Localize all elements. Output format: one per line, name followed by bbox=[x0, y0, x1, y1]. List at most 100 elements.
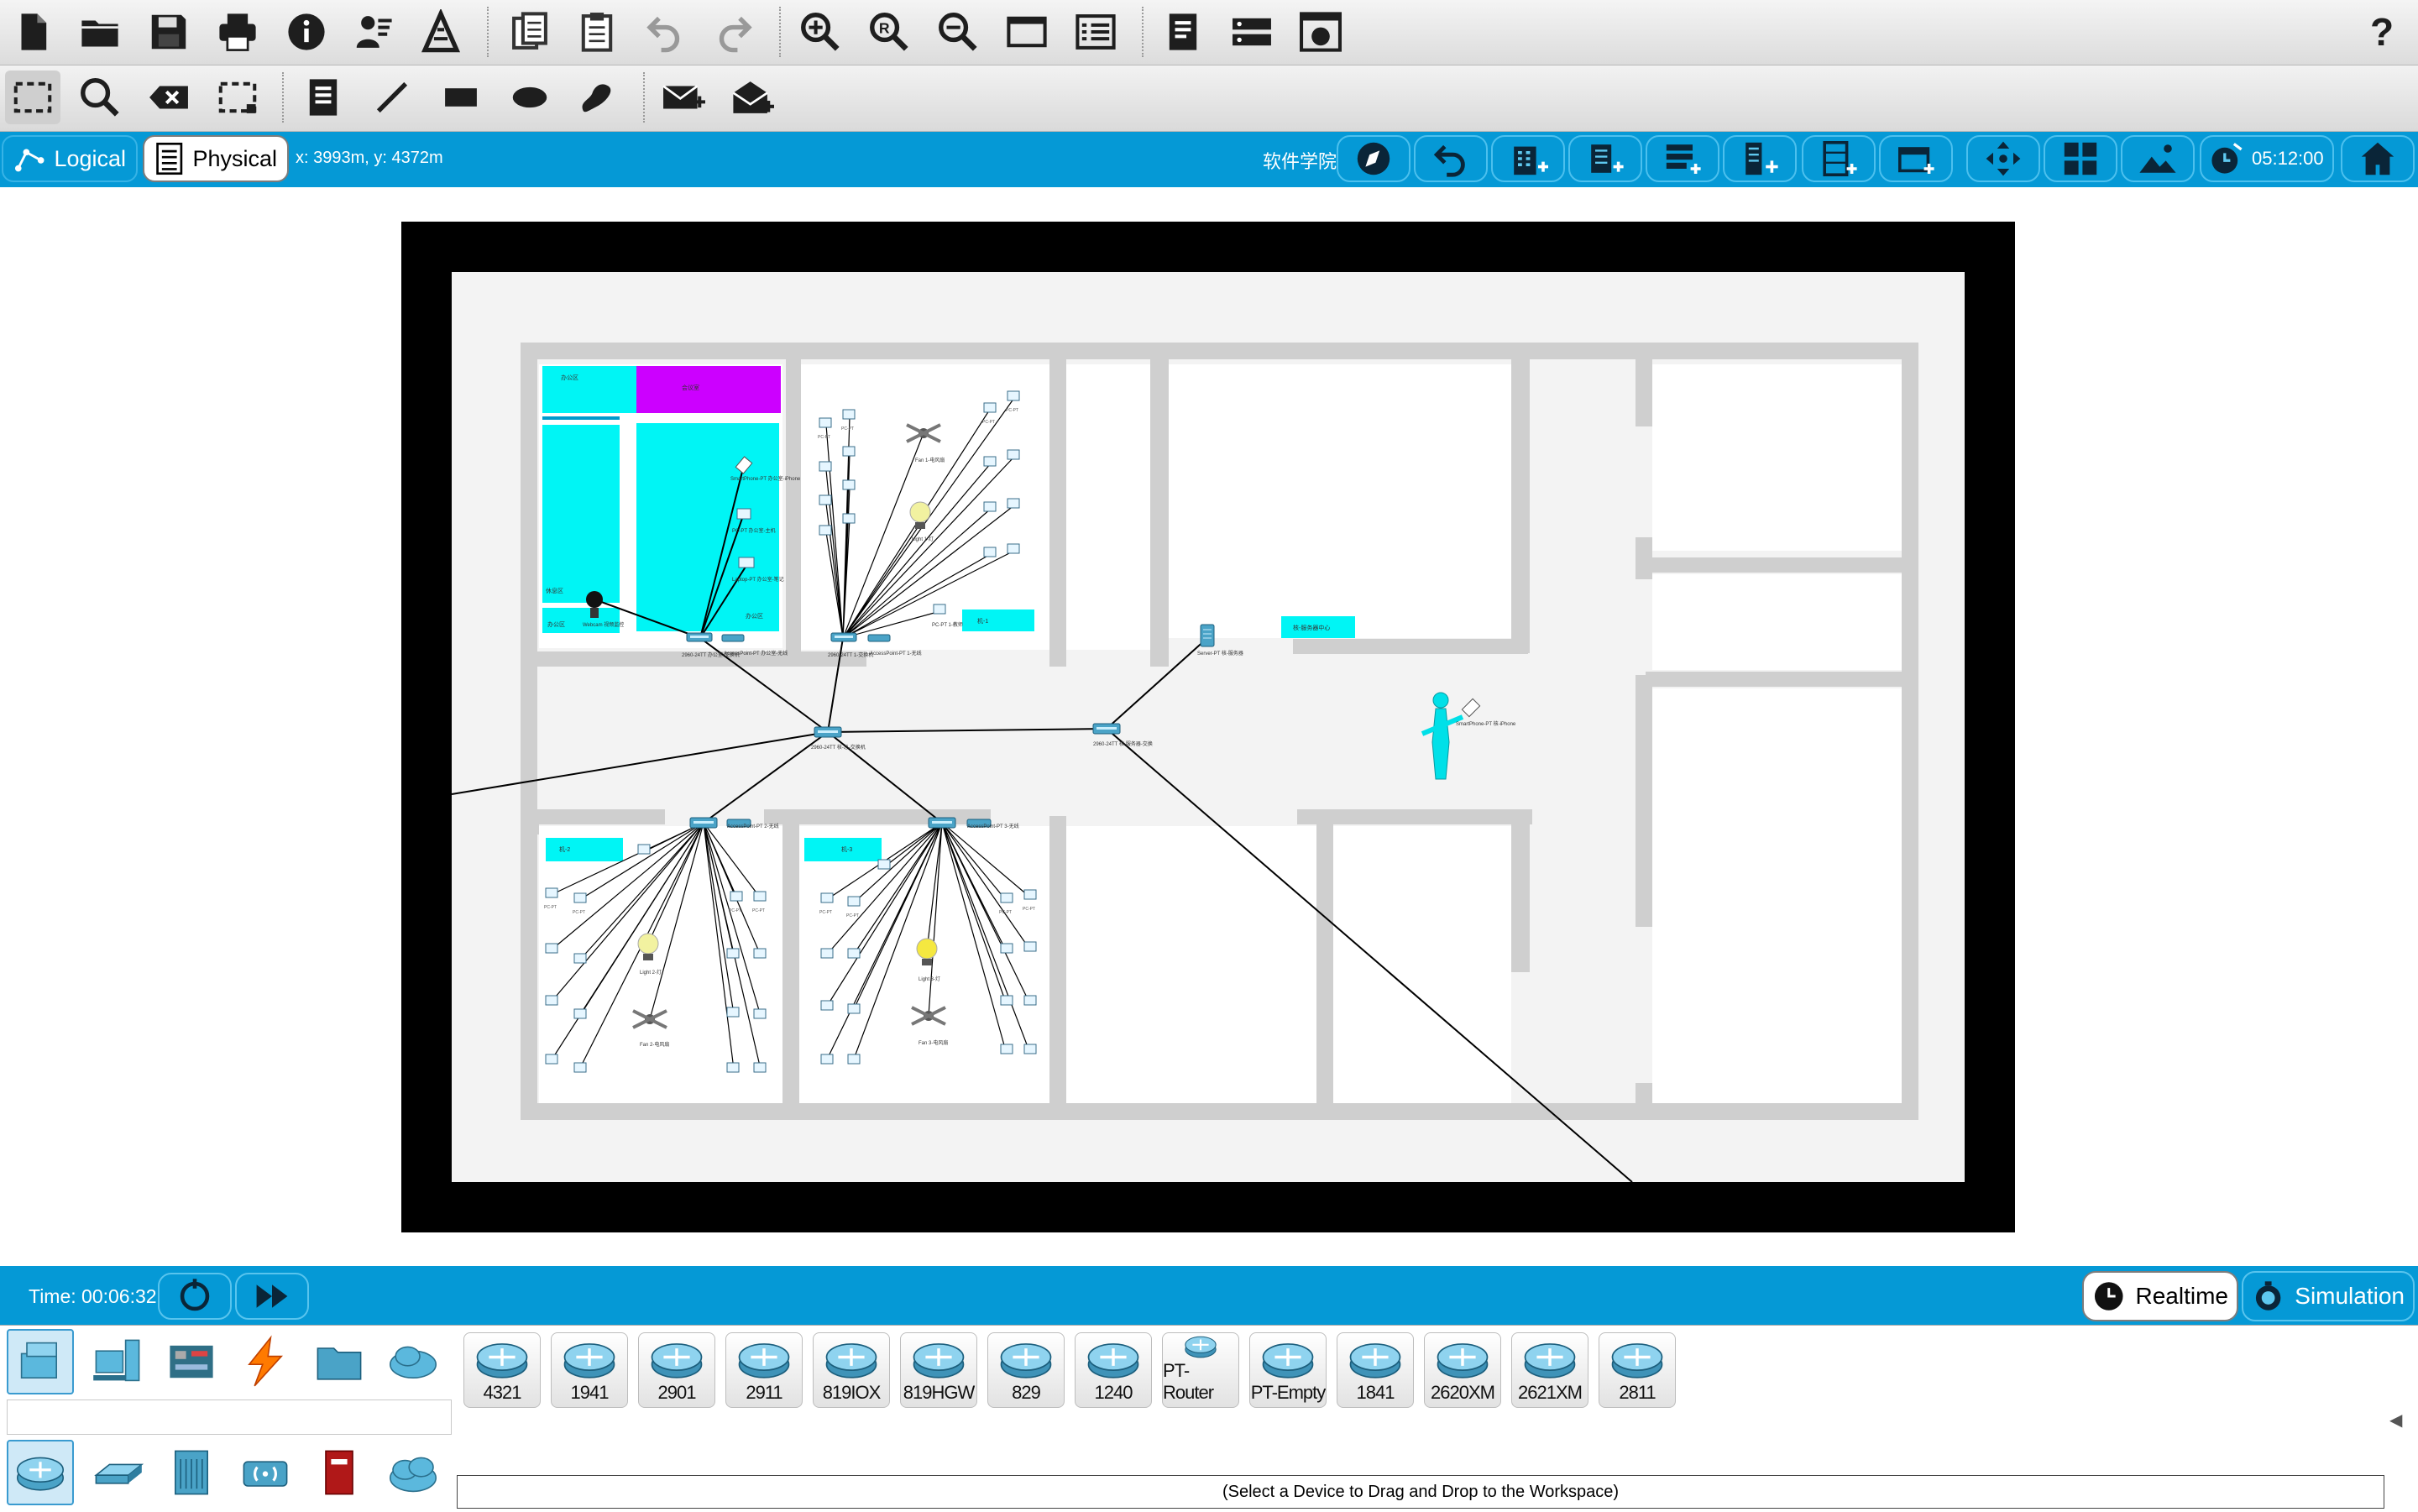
print-icon[interactable] bbox=[210, 5, 265, 59]
physical-tab[interactable]: Physical bbox=[143, 135, 289, 182]
new-closet-button[interactable] bbox=[1802, 135, 1876, 182]
redo-icon[interactable] bbox=[705, 5, 761, 59]
rest-area-label: 休息区 bbox=[546, 587, 563, 594]
device-search-field[interactable] bbox=[7, 1400, 452, 1435]
paste-icon[interactable] bbox=[569, 5, 625, 59]
freeform-icon[interactable] bbox=[569, 71, 625, 124]
device-model-label: 2811 bbox=[1619, 1382, 1656, 1403]
zoom-reset-icon[interactable]: R bbox=[861, 5, 917, 59]
classroom-3-switch[interactable] bbox=[928, 817, 956, 829]
device-model-button[interactable]: 1941 bbox=[551, 1332, 628, 1408]
notes-icon[interactable] bbox=[1155, 5, 1211, 59]
main-toolbar: R ? bbox=[0, 0, 2418, 65]
network-screenshot-icon[interactable] bbox=[1293, 5, 1348, 59]
save-icon[interactable] bbox=[141, 5, 196, 59]
power-cycle-devices-button[interactable] bbox=[158, 1273, 232, 1320]
device-model-button[interactable]: 2911 bbox=[725, 1332, 803, 1408]
home-button[interactable] bbox=[2341, 135, 2415, 182]
distribution-switch[interactable] bbox=[1092, 723, 1121, 735]
device-model-button[interactable]: 4321 bbox=[463, 1332, 541, 1408]
clock-button[interactable]: 05:12:00 bbox=[2200, 135, 2334, 182]
copy-icon[interactable] bbox=[502, 5, 557, 59]
new-file-icon[interactable] bbox=[5, 5, 60, 59]
new-rack-button[interactable] bbox=[1646, 135, 1719, 182]
place-note-icon[interactable] bbox=[296, 71, 351, 124]
inspect-icon[interactable] bbox=[72, 71, 128, 124]
info-icon[interactable] bbox=[279, 5, 334, 59]
zoom-out-icon[interactable] bbox=[930, 5, 986, 59]
new-cabinet-button[interactable] bbox=[1723, 135, 1797, 182]
classroom-1-switch[interactable] bbox=[830, 632, 857, 642]
device-model-button[interactable]: 2620XM bbox=[1424, 1332, 1501, 1408]
new-room-button[interactable] bbox=[1879, 135, 1953, 182]
device-model-button[interactable]: 819IOX bbox=[813, 1332, 890, 1408]
device-model-button[interactable]: 1841 bbox=[1337, 1332, 1414, 1408]
wan-emulation-icon[interactable] bbox=[379, 1440, 447, 1505]
routers-icon[interactable] bbox=[7, 1440, 74, 1505]
office-laptop-label: Laptop-PT 办公室-笔记 bbox=[732, 576, 784, 583]
activity-wizard-icon[interactable] bbox=[413, 5, 468, 59]
office-pc[interactable] bbox=[736, 508, 751, 520]
office-laptop[interactable] bbox=[738, 557, 755, 568]
end-devices-icon[interactable] bbox=[84, 1329, 151, 1394]
select-icon[interactable] bbox=[5, 71, 60, 124]
device-type-panel: 4321 1941 2901 2911 819IOX 819HGW 829 1240 PT-Ro… bbox=[0, 1325, 2418, 1512]
user-profile-icon[interactable] bbox=[346, 5, 401, 59]
clock-icon bbox=[2211, 143, 2243, 174]
device-model-button[interactable]: 819HGW bbox=[900, 1332, 977, 1408]
move-object-button[interactable] bbox=[1966, 135, 2040, 182]
simulation-mode-button[interactable]: Simulation bbox=[2242, 1271, 2415, 1321]
multiuser-connection-icon[interactable] bbox=[379, 1329, 447, 1394]
security-icon[interactable] bbox=[306, 1440, 373, 1505]
help-icon[interactable]: ? bbox=[2354, 5, 2410, 59]
classroom-1-ap-label: AccessPoint-PT 1-无线 bbox=[870, 650, 922, 657]
floor-plan-canvas[interactable]: 办公区 会议室 休息区 办公区 办公区 机-1 核-服务器中心 机-2 机-3 bbox=[0, 188, 2418, 1266]
router-icon bbox=[651, 1343, 703, 1379]
device-model-button[interactable]: 829 bbox=[987, 1332, 1065, 1408]
scroll-left-icon[interactable]: ◀ bbox=[2389, 1410, 2402, 1431]
resize-shape-icon[interactable] bbox=[210, 71, 265, 124]
view-command-log-icon[interactable] bbox=[1224, 5, 1280, 59]
core-switch[interactable] bbox=[814, 726, 842, 738]
background-image-button[interactable] bbox=[2121, 135, 2195, 182]
realtime-mode-button[interactable]: Realtime bbox=[2082, 1271, 2238, 1321]
drawing-palette-icon[interactable] bbox=[999, 5, 1055, 59]
physical-workspace[interactable]: 办公区 会议室 休息区 办公区 办公区 机-1 核-服务器中心 机-2 机-3 bbox=[0, 188, 2418, 1266]
wireless-devices-icon[interactable] bbox=[232, 1440, 299, 1505]
new-building-button[interactable] bbox=[1491, 135, 1565, 182]
components-icon[interactable] bbox=[158, 1329, 225, 1394]
switches-icon[interactable] bbox=[84, 1440, 151, 1505]
custom-devices-icon[interactable] bbox=[1068, 5, 1123, 59]
new-floor-button[interactable] bbox=[1568, 135, 1642, 182]
device-model-button[interactable]: 2901 bbox=[638, 1332, 715, 1408]
hubs-icon[interactable] bbox=[158, 1440, 225, 1505]
device-model-button[interactable]: 2811 bbox=[1599, 1332, 1676, 1408]
connections-icon[interactable] bbox=[232, 1329, 299, 1394]
svg-text:PC-PT: PC-PT bbox=[1023, 907, 1035, 912]
fast-forward-time-button[interactable] bbox=[235, 1273, 309, 1320]
device-model-button[interactable]: PT-Router bbox=[1162, 1332, 1239, 1408]
grid-button[interactable] bbox=[2044, 135, 2117, 182]
server[interactable] bbox=[1200, 624, 1215, 647]
draw-line-icon[interactable] bbox=[364, 71, 420, 124]
device-model-button[interactable]: 2621XM bbox=[1511, 1332, 1588, 1408]
network-devices-icon[interactable] bbox=[7, 1329, 74, 1394]
office-access-point[interactable] bbox=[721, 634, 745, 642]
back-button[interactable] bbox=[1414, 135, 1488, 182]
open-folder-icon[interactable] bbox=[72, 5, 128, 59]
delete-icon[interactable] bbox=[141, 71, 196, 124]
add-complex-pdu-icon[interactable] bbox=[724, 71, 779, 124]
add-simple-pdu-icon[interactable] bbox=[655, 71, 710, 124]
device-model-button[interactable]: PT-Empty bbox=[1249, 1332, 1327, 1408]
classroom-1-access-point[interactable] bbox=[867, 634, 891, 642]
miscellaneous-icon[interactable] bbox=[306, 1329, 373, 1394]
office-switch[interactable] bbox=[686, 632, 713, 642]
undo-icon[interactable] bbox=[638, 5, 693, 59]
zoom-in-icon[interactable] bbox=[793, 5, 848, 59]
logical-tab[interactable]: Logical bbox=[2, 135, 138, 182]
draw-ellipse-icon[interactable] bbox=[502, 71, 557, 124]
classroom-2-switch[interactable] bbox=[689, 817, 718, 829]
device-model-button[interactable]: 1240 bbox=[1075, 1332, 1152, 1408]
navigation-button[interactable] bbox=[1337, 135, 1410, 182]
draw-rectangle-icon[interactable] bbox=[433, 71, 489, 124]
